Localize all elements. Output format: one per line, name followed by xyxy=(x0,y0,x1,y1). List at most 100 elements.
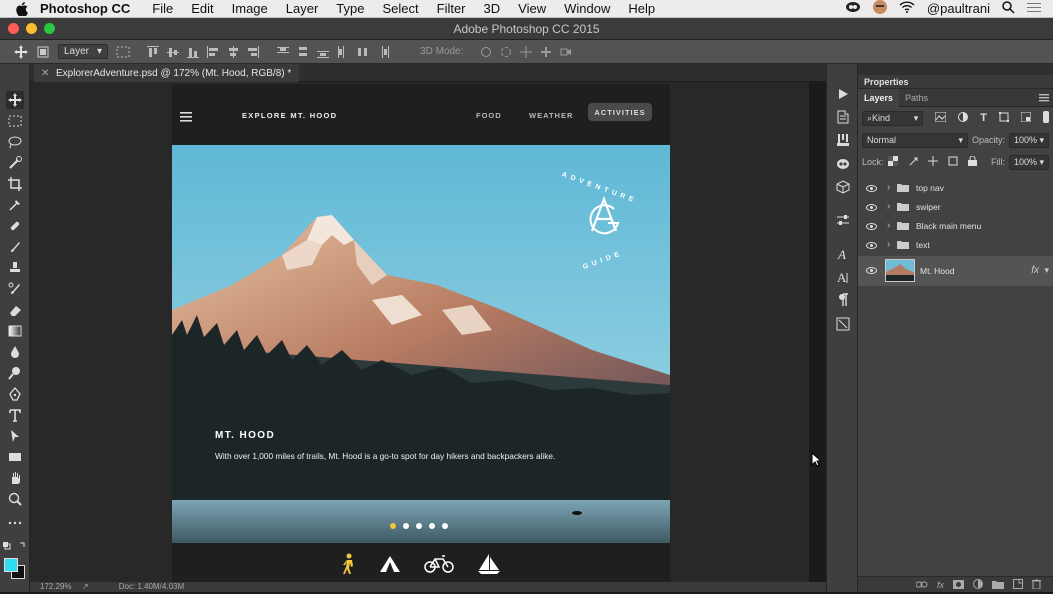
3d-orbit-icon[interactable] xyxy=(479,46,493,58)
3d-scale-icon[interactable] xyxy=(559,46,573,58)
pagination-dot-3[interactable] xyxy=(416,523,422,529)
apple-icon[interactable] xyxy=(16,1,30,16)
paragraph-icon[interactable] xyxy=(835,292,851,308)
lock-all-icon[interactable] xyxy=(967,155,977,168)
new-adjustment-icon[interactable] xyxy=(973,576,983,594)
adjustments-icon[interactable] xyxy=(835,212,851,228)
history-icon[interactable] xyxy=(835,109,851,125)
layer-row[interactable]: › text xyxy=(858,236,1053,255)
tent-icon[interactable] xyxy=(379,553,401,575)
close-window-button[interactable] xyxy=(8,23,19,34)
path-selection-tool[interactable] xyxy=(6,427,24,445)
menu-type[interactable]: Type xyxy=(336,1,364,16)
bicycle-icon[interactable] xyxy=(424,553,454,575)
layer-row[interactable]: › swiper xyxy=(858,198,1053,217)
lock-transparent-icon[interactable] xyxy=(887,156,898,168)
canvas-area[interactable]: EXPLORE MT. HOOD FOOD WEATHER ACTIVITIES xyxy=(30,82,809,582)
visibility-eye-icon[interactable] xyxy=(866,203,877,213)
sailboat-icon[interactable] xyxy=(477,553,501,575)
add-mask-icon[interactable] xyxy=(953,576,964,594)
filter-smart-object-icon[interactable] xyxy=(1020,111,1032,124)
menu-edit[interactable]: Edit xyxy=(191,1,213,16)
3d-roll-icon[interactable] xyxy=(499,46,513,58)
kind-filter-dropdown[interactable]: ⌕Kind ▾ xyxy=(862,110,924,126)
lasso-tool[interactable] xyxy=(6,133,24,151)
lock-artboard-icon[interactable] xyxy=(948,156,958,168)
align-hcenter-icon[interactable] xyxy=(226,45,240,58)
auto-select-icon[interactable] xyxy=(36,46,50,58)
link-layers-icon[interactable] xyxy=(915,576,928,594)
foreground-color-swatch[interactable] xyxy=(4,558,18,572)
hero-swiper[interactable]: ADVENTURE GUIDE MT. HOOD With over 1,000… xyxy=(172,145,670,543)
chevron-right-icon[interactable]: › xyxy=(887,182,890,193)
new-layer-icon[interactable] xyxy=(1013,576,1023,594)
share-icon[interactable]: ↗ xyxy=(82,582,89,591)
tab-layers[interactable]: Layers xyxy=(858,88,900,107)
history-brush-tool[interactable] xyxy=(6,280,24,298)
zoom-level[interactable]: 172.29% xyxy=(40,582,72,591)
glyphs-icon[interactable] xyxy=(835,316,851,332)
maximize-window-button[interactable] xyxy=(44,23,55,34)
nav-link-food[interactable]: FOOD xyxy=(476,111,502,120)
lock-position-icon[interactable] xyxy=(927,156,938,168)
visibility-eye-icon[interactable] xyxy=(866,184,877,194)
properties-header[interactable]: Properties xyxy=(858,75,1053,89)
pen-tool[interactable] xyxy=(6,385,24,403)
3d-drag-icon[interactable] xyxy=(519,45,533,58)
panel-menu-icon[interactable] xyxy=(1039,89,1049,107)
pagination-dot-5[interactable] xyxy=(442,523,448,529)
nav-link-activities[interactable]: ACTIVITIES xyxy=(588,103,652,121)
opacity-field[interactable]: 100% ▾ xyxy=(1009,132,1049,148)
zoom-tool[interactable] xyxy=(6,490,24,508)
menu-layer[interactable]: Layer xyxy=(286,1,319,16)
more-tools-icon[interactable] xyxy=(6,514,24,532)
distribute-bottom-icon[interactable] xyxy=(316,46,330,58)
lock-image-icon[interactable] xyxy=(908,156,918,168)
filter-toggle-icon[interactable] xyxy=(1043,111,1049,125)
new-group-icon[interactable] xyxy=(992,576,1004,594)
chevron-right-icon[interactable]: › xyxy=(887,239,890,250)
quick-select-tool[interactable] xyxy=(6,154,24,172)
marquee-tool[interactable] xyxy=(6,112,24,130)
menu-file[interactable]: File xyxy=(152,1,173,16)
distribute-top-icon[interactable] xyxy=(276,46,290,58)
filter-shape-icon[interactable] xyxy=(999,112,1009,124)
menu-window[interactable]: Window xyxy=(564,1,610,16)
menu-app[interactable]: Photoshop CC xyxy=(40,1,130,16)
clone-stamp-tool[interactable] xyxy=(6,259,24,277)
user-name[interactable]: @paultrani xyxy=(927,1,990,16)
pagination-dot-4[interactable] xyxy=(429,523,435,529)
eraser-tool[interactable] xyxy=(6,301,24,319)
hiker-icon[interactable] xyxy=(342,553,356,575)
default-colors-icon[interactable] xyxy=(2,540,28,552)
avatar[interactable] xyxy=(872,0,887,17)
hand-tool[interactable] xyxy=(6,469,24,487)
brush-presets-icon[interactable] xyxy=(835,132,851,148)
rectangle-tool[interactable] xyxy=(6,448,24,466)
align-vcenter-icon[interactable] xyxy=(166,46,180,58)
align-bottom-icon[interactable] xyxy=(186,46,200,58)
move-tool[interactable] xyxy=(6,91,24,109)
layer-row-selected[interactable]: Mt. Hood fx ▾ xyxy=(858,256,1053,286)
3d-slide-icon[interactable] xyxy=(539,46,553,58)
dodge-tool[interactable] xyxy=(6,364,24,382)
distribute-vcenter-icon[interactable] xyxy=(296,46,310,58)
healing-brush-tool[interactable] xyxy=(6,217,24,235)
pagination-dot-2[interactable] xyxy=(403,523,409,529)
align-left-icon[interactable] xyxy=(206,45,220,58)
gradient-tool[interactable] xyxy=(6,322,24,340)
menu-image[interactable]: Image xyxy=(232,1,268,16)
chevron-down-icon[interactable]: ▾ xyxy=(1044,265,1049,276)
menu-help[interactable]: Help xyxy=(628,1,655,16)
menu-filter[interactable]: Filter xyxy=(437,1,466,16)
fill-field[interactable]: 100% ▾ xyxy=(1009,154,1049,170)
pagination-dot-1[interactable] xyxy=(390,523,396,529)
brush-tool[interactable] xyxy=(6,238,24,256)
crop-tool[interactable] xyxy=(6,175,24,193)
chevron-right-icon[interactable]: › xyxy=(887,201,890,212)
blend-mode-dropdown[interactable]: Normal ▾ xyxy=(862,132,968,148)
chevron-right-icon[interactable]: › xyxy=(887,220,890,231)
artboard[interactable]: EXPLORE MT. HOOD FOOD WEATHER ACTIVITIES xyxy=(172,84,670,582)
menu-view[interactable]: View xyxy=(518,1,546,16)
libraries-icon[interactable] xyxy=(835,156,851,172)
